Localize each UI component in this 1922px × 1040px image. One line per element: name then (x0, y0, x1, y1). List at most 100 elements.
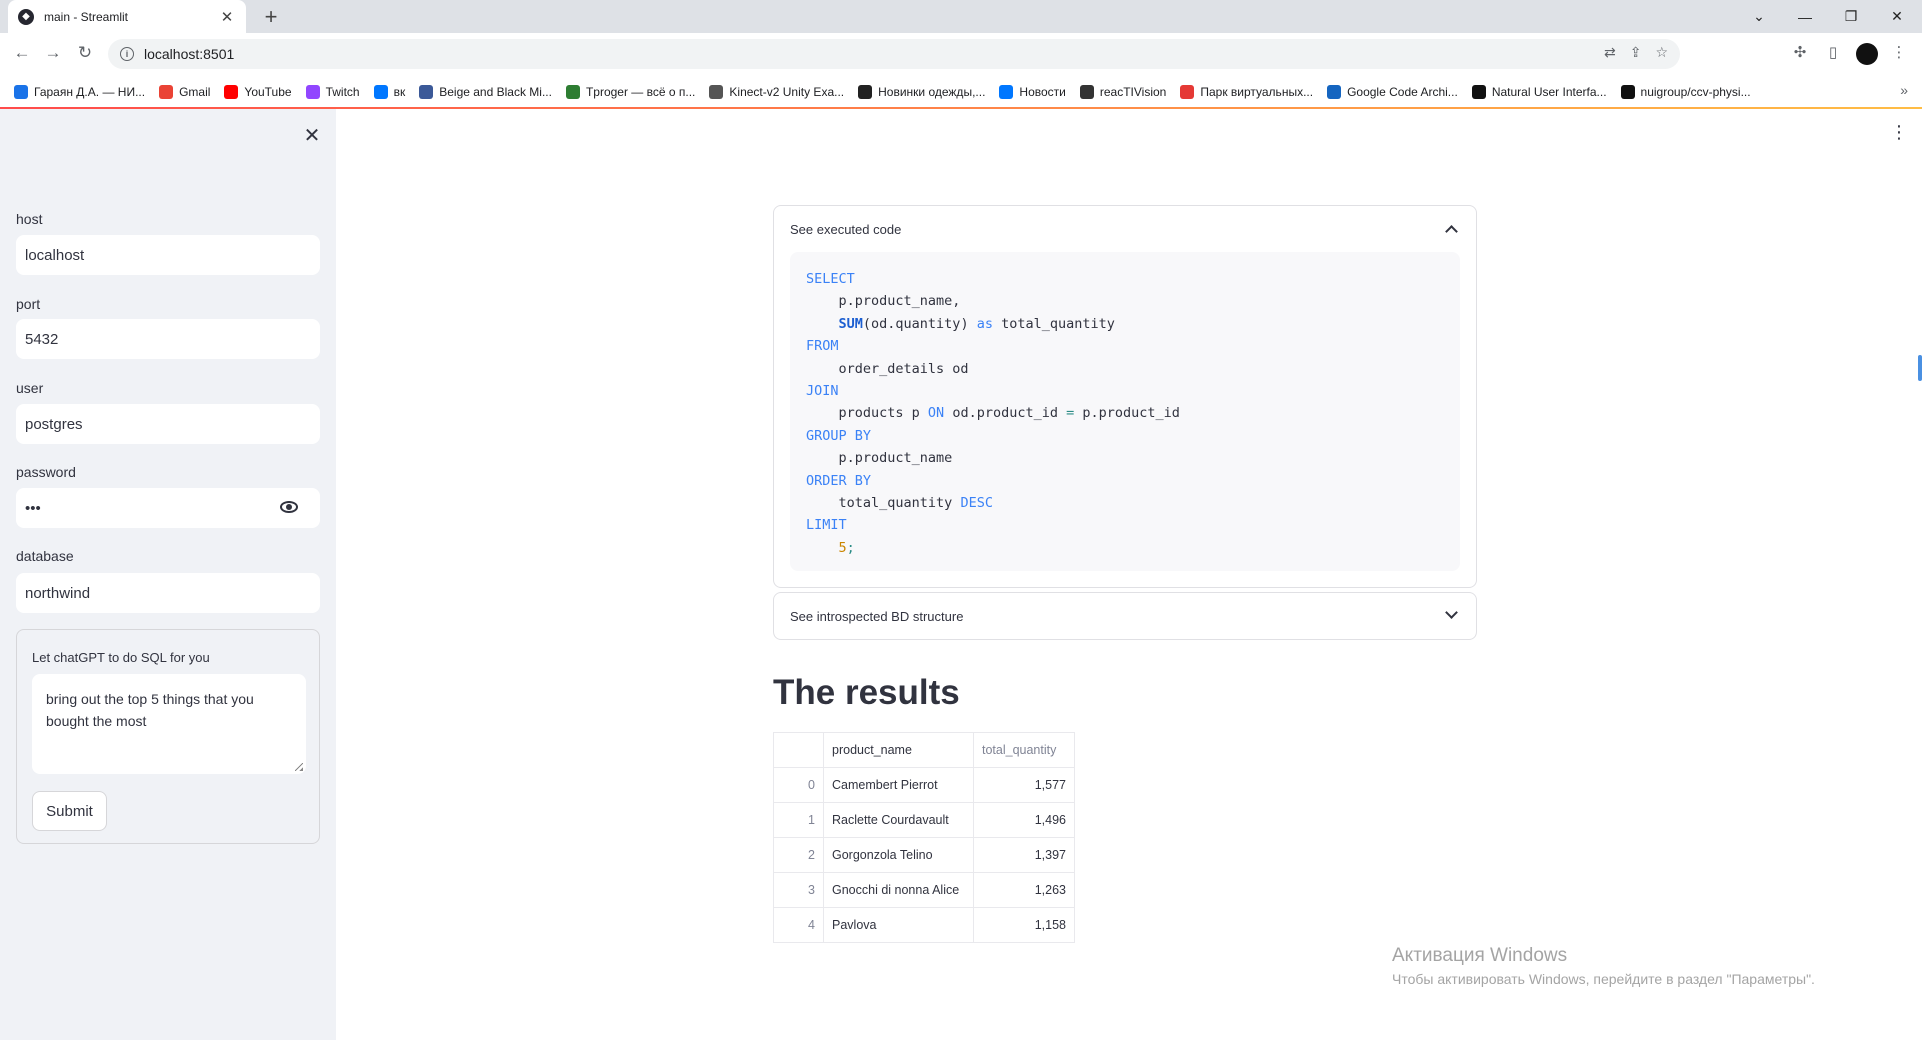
new-tab-icon[interactable]: + (258, 4, 284, 30)
bookmark-item[interactable]: Парк виртуальных... (1180, 84, 1313, 99)
reload-icon[interactable]: ↻ (73, 43, 97, 63)
translate-icon[interactable]: ⇄ (1604, 44, 1616, 61)
tab-title: main - Streamlit (44, 9, 129, 24)
executed-code-header[interactable]: See executed code (774, 206, 1476, 252)
product-name-cell[interactable]: Gnocchi di nonna Alice (823, 872, 974, 908)
bookmark-favicon-icon (999, 84, 1014, 99)
total-quantity-cell[interactable]: 1,263 (973, 872, 1075, 908)
bookmark-favicon-icon (1180, 84, 1195, 99)
back-icon[interactable]: ← (10, 43, 34, 63)
bookmark-item[interactable]: YouTube (224, 84, 292, 99)
chevron-up-icon (1445, 225, 1458, 238)
bookmark-label: Twitch (325, 84, 360, 99)
bookmark-item[interactable]: Новости (999, 84, 1066, 99)
total-quantity-cell[interactable]: 1,158 (973, 907, 1075, 943)
password-label: password (16, 464, 76, 480)
forward-icon[interactable]: → (41, 43, 65, 63)
bookmark-item[interactable]: Tproger — всё о п... (565, 84, 696, 99)
bookmark-favicon-icon (305, 84, 320, 99)
bookmark-item[interactable]: Гараян Д.А. — НИ... (14, 84, 145, 99)
bookmark-item[interactable]: Beige and Black Mi... (419, 84, 552, 99)
total-quantity-cell[interactable]: 1,577 (973, 767, 1075, 803)
sidebar: ✕ host localhost port 5432 user postgres… (0, 109, 336, 1040)
code-token: p.product_id (1074, 405, 1180, 422)
database-input[interactable]: northwind (16, 573, 320, 613)
bookmark-favicon-icon (224, 84, 239, 99)
host-input[interactable]: localhost (16, 235, 320, 275)
table-row: 3 Gnocchi di nonna Alice 1,263 (773, 872, 1075, 908)
database-input-value: northwind (25, 584, 91, 602)
port-input[interactable]: 5432 (16, 319, 320, 359)
prompt-textarea[interactable]: bring out the top 5 things that you boug… (32, 674, 306, 774)
scrollbar-thumb[interactable] (1918, 355, 1922, 381)
show-password-eye-icon[interactable] (280, 501, 298, 513)
windows-activation-watermark: Активация Windows Чтобы активировать Win… (1392, 945, 1815, 987)
browser-tab[interactable]: ◆ main - Streamlit ✕ (8, 0, 246, 33)
textarea-resize-handle[interactable] (295, 763, 303, 771)
bookmarks-overflow-icon[interactable]: » (1900, 82, 1908, 98)
user-input-value: postgres (25, 415, 83, 433)
bookmark-item[interactable]: Natural User Interfa... (1471, 84, 1607, 99)
bookmark-item[interactable]: Gmail (159, 84, 210, 99)
bookmark-item[interactable]: Kinect-v2 Unity Exa... (709, 84, 844, 99)
window-close-icon[interactable]: ✕ (1874, 0, 1920, 33)
bookmark-favicon-icon (159, 84, 174, 99)
share-icon[interactable]: ⇪ (1630, 44, 1642, 61)
product-name-cell[interactable]: Gorgonzola Telino (823, 837, 974, 873)
bookmark-label: Natural User Interfa... (1491, 84, 1607, 99)
address-bar-row: ← → ↻ i localhost:8501 ⇄ ⇪ ☆ ✣ ▯ ⋮ (0, 33, 1922, 76)
password-input[interactable]: ••• (16, 488, 320, 528)
table-row: 2 Gorgonzola Telino 1,397 (773, 837, 1075, 873)
table-header-row: product_name total_quantity (773, 732, 1075, 768)
row-index-cell[interactable]: 0 (773, 767, 824, 803)
url-bar[interactable]: i localhost:8501 ⇄ ⇪ ☆ (108, 39, 1680, 69)
chevron-down-icon (1445, 606, 1458, 619)
side-panel-icon[interactable]: ▯ (1822, 43, 1844, 61)
sidebar-close-icon[interactable]: ✕ (300, 123, 324, 148)
profile-avatar[interactable] (1856, 43, 1878, 65)
row-index-cell[interactable]: 1 (773, 802, 824, 838)
results-dataframe[interactable]: product_name total_quantity 0 Camembert … (773, 732, 1075, 943)
row-index-cell[interactable]: 3 (773, 872, 824, 908)
bookmark-item[interactable]: вк (373, 84, 406, 99)
results-heading: The results (773, 673, 960, 712)
bookmark-item[interactable]: nuigroup/ccv-physi... (1620, 84, 1751, 99)
site-info-icon[interactable]: i (120, 47, 134, 61)
extensions-icon[interactable]: ✣ (1789, 43, 1811, 61)
total-quantity-cell[interactable]: 1,397 (973, 837, 1075, 873)
code-token: 5 (838, 539, 847, 556)
minimize-icon[interactable]: — (1782, 0, 1828, 33)
column-header-index[interactable] (773, 732, 824, 768)
bookmark-item[interactable]: reacTIVision (1079, 84, 1167, 99)
row-index-cell[interactable]: 4 (773, 907, 824, 943)
bookmark-label: reacTIVision (1099, 84, 1167, 99)
product-name-cell[interactable]: Pavlova (823, 907, 974, 943)
introspected-structure-header[interactable]: See introspected BD structure (774, 593, 1476, 639)
code-token: ORDER BY (806, 472, 872, 489)
code-token: p.product_name (806, 450, 953, 467)
tab-search-icon[interactable]: ⌄ (1736, 0, 1782, 33)
product-name-cell[interactable]: Camembert Pierrot (823, 767, 974, 803)
code-token: LIMIT (806, 517, 847, 534)
browser-menu-icon[interactable]: ⋮ (1888, 43, 1910, 61)
tab-close-icon[interactable]: ✕ (218, 8, 236, 26)
restore-icon[interactable]: ❐ (1828, 0, 1874, 33)
bookmark-item[interactable]: Google Code Archi... (1327, 84, 1458, 99)
column-header-product-name[interactable]: product_name (823, 732, 974, 768)
port-input-value: 5432 (25, 330, 59, 348)
bookmark-item[interactable]: Новинки одежды,... (858, 84, 985, 99)
bookmark-label: вк (393, 84, 406, 99)
bookmark-label: Tproger — всё о п... (585, 84, 696, 99)
main-menu-icon[interactable]: ⋮ (1890, 122, 1908, 143)
user-input[interactable]: postgres (16, 404, 320, 444)
row-index-cell[interactable]: 2 (773, 837, 824, 873)
product-name-cell[interactable]: Raclette Courdavault (823, 802, 974, 838)
bookmark-star-icon[interactable]: ☆ (1655, 44, 1668, 61)
column-header-total-quantity[interactable]: total_quantity (973, 732, 1075, 768)
submit-button[interactable]: Submit (32, 791, 107, 831)
code-token: ; (846, 539, 855, 556)
database-label: database (16, 548, 74, 564)
bookmark-favicon-icon (1471, 84, 1486, 99)
bookmark-item[interactable]: Twitch (305, 84, 360, 99)
total-quantity-cell[interactable]: 1,496 (973, 802, 1075, 838)
